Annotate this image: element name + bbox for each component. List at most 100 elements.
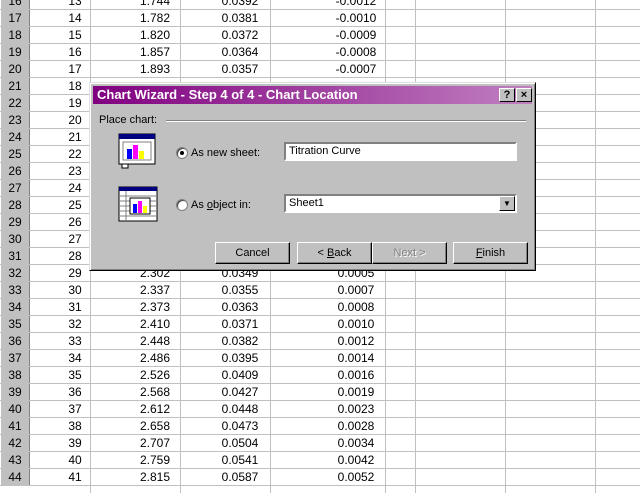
cell-c[interactable]: 0.0473 (200, 418, 280, 434)
cell-b[interactable]: 2.658 (120, 418, 190, 434)
cell-d[interactable]: -0.0008 (300, 44, 412, 60)
next-button[interactable]: Next > (372, 242, 447, 264)
row-header[interactable]: 44 (0, 469, 30, 485)
cell-b[interactable]: 1.782 (120, 10, 190, 26)
cell-c[interactable]: 0.0427 (200, 384, 280, 400)
cell-c[interactable]: 0.0382 (200, 333, 280, 349)
row-header[interactable]: 18 (0, 27, 30, 43)
cell-a[interactable]: 32 (30, 316, 120, 332)
cell-c[interactable]: 0.0372 (200, 27, 280, 43)
row-header[interactable]: 24 (0, 129, 30, 145)
row-header[interactable]: 28 (0, 197, 30, 213)
object-in-radio[interactable] (176, 199, 188, 211)
cell-d[interactable]: 0.0014 (300, 350, 412, 366)
row-header[interactable]: 29 (0, 214, 30, 230)
row-header[interactable]: 34 (0, 299, 30, 315)
cell-a[interactable]: 14 (30, 10, 120, 26)
cell-d[interactable]: 0.0010 (300, 316, 412, 332)
cell-a[interactable]: 33 (30, 333, 120, 349)
cell-a[interactable]: 13 (30, 0, 120, 9)
cell-d[interactable]: -0.0012 (300, 0, 412, 9)
cell-d[interactable]: 0.0042 (300, 452, 412, 468)
cell-b[interactable]: 1.744 (120, 0, 190, 9)
cell-c[interactable]: 0.0371 (200, 316, 280, 332)
row-header[interactable]: 19 (0, 44, 30, 60)
cell-c[interactable]: 0.0381 (200, 10, 280, 26)
cell-d[interactable]: 0.0028 (300, 418, 412, 434)
finish-button[interactable]: Finish (453, 242, 528, 264)
object-in-select[interactable]: Sheet1 ▼ (284, 194, 517, 213)
cell-d[interactable]: 0.0023 (300, 401, 412, 417)
cell-b[interactable]: 2.568 (120, 384, 190, 400)
cell-a[interactable]: 36 (30, 384, 120, 400)
cell-d[interactable]: 0.0034 (300, 435, 412, 451)
cell-d[interactable]: -0.0007 (300, 61, 412, 77)
row-header[interactable]: 26 (0, 163, 30, 179)
row-header[interactable]: 20 (0, 61, 30, 77)
back-button[interactable]: < Back (297, 242, 372, 264)
row-header[interactable]: 16 (0, 0, 30, 9)
cell-c[interactable]: 0.0392 (200, 0, 280, 9)
row-header[interactable]: 17 (0, 10, 30, 26)
cell-c[interactable]: 0.0395 (200, 350, 280, 366)
cell-b[interactable]: 2.612 (120, 401, 190, 417)
cell-b[interactable]: 2.337 (120, 282, 190, 298)
cell-d[interactable]: 0.0016 (300, 367, 412, 383)
cell-b[interactable]: 2.526 (120, 367, 190, 383)
row-header[interactable]: 38 (0, 367, 30, 383)
cell-d[interactable]: 0.0012 (300, 333, 412, 349)
row-header[interactable]: 21 (0, 78, 30, 94)
row-header[interactable]: 40 (0, 401, 30, 417)
cell-c[interactable]: 0.0409 (200, 367, 280, 383)
cell-c[interactable]: 0.0541 (200, 452, 280, 468)
dropdown-arrow-icon[interactable]: ▼ (499, 196, 515, 211)
help-button[interactable]: ? (499, 88, 515, 102)
cell-c[interactable]: 0.0504 (200, 435, 280, 451)
new-sheet-name-input[interactable]: Titration Curve (284, 142, 517, 161)
row-header[interactable]: 25 (0, 146, 30, 162)
cell-b[interactable]: 1.820 (120, 27, 190, 43)
row-header[interactable]: 36 (0, 333, 30, 349)
row-header[interactable]: 42 (0, 435, 30, 451)
cell-c[interactable]: 0.0448 (200, 401, 280, 417)
row-header[interactable]: 30 (0, 231, 30, 247)
cell-d[interactable]: 0.0019 (300, 384, 412, 400)
cell-a[interactable]: 17 (30, 61, 120, 77)
cell-b[interactable]: 1.857 (120, 44, 190, 60)
cell-a[interactable]: 37 (30, 401, 120, 417)
cell-a[interactable]: 15 (30, 27, 120, 43)
cell-a[interactable]: 38 (30, 418, 120, 434)
row-header[interactable]: 35 (0, 316, 30, 332)
cell-a[interactable]: 41 (30, 469, 120, 485)
row-header[interactable]: 31 (0, 248, 30, 264)
cell-b[interactable]: 1.893 (120, 61, 190, 77)
cancel-button[interactable]: Cancel (215, 242, 290, 264)
dialog-titlebar[interactable]: Chart Wizard - Step 4 of 4 - Chart Locat… (93, 86, 532, 104)
cell-c[interactable]: 0.0363 (200, 299, 280, 315)
cell-a[interactable]: 34 (30, 350, 120, 366)
cell-a[interactable]: 30 (30, 282, 120, 298)
row-header[interactable]: 41 (0, 418, 30, 434)
new-sheet-radio[interactable] (176, 147, 188, 159)
cell-a[interactable]: 39 (30, 435, 120, 451)
cell-c[interactable]: 0.0357 (200, 61, 280, 77)
cell-a[interactable]: 16 (30, 44, 120, 60)
cell-c[interactable]: 0.0355 (200, 282, 280, 298)
cell-a[interactable]: 40 (30, 452, 120, 468)
cell-b[interactable]: 2.448 (120, 333, 190, 349)
cell-b[interactable]: 2.707 (120, 435, 190, 451)
row-header[interactable]: 27 (0, 180, 30, 196)
row-header[interactable]: 39 (0, 384, 30, 400)
cell-c[interactable]: 0.0364 (200, 44, 280, 60)
row-header[interactable]: 32 (0, 265, 30, 281)
cell-b[interactable]: 2.815 (120, 469, 190, 485)
cell-b[interactable]: 2.373 (120, 299, 190, 315)
cell-d[interactable]: -0.0009 (300, 27, 412, 43)
cell-c[interactable]: 0.0587 (200, 469, 280, 485)
row-header[interactable]: 43 (0, 452, 30, 468)
row-header[interactable]: 23 (0, 112, 30, 128)
cell-d[interactable]: 0.0007 (300, 282, 412, 298)
cell-d[interactable]: 0.0052 (300, 469, 412, 485)
row-header[interactable]: 37 (0, 350, 30, 366)
cell-b[interactable]: 2.486 (120, 350, 190, 366)
